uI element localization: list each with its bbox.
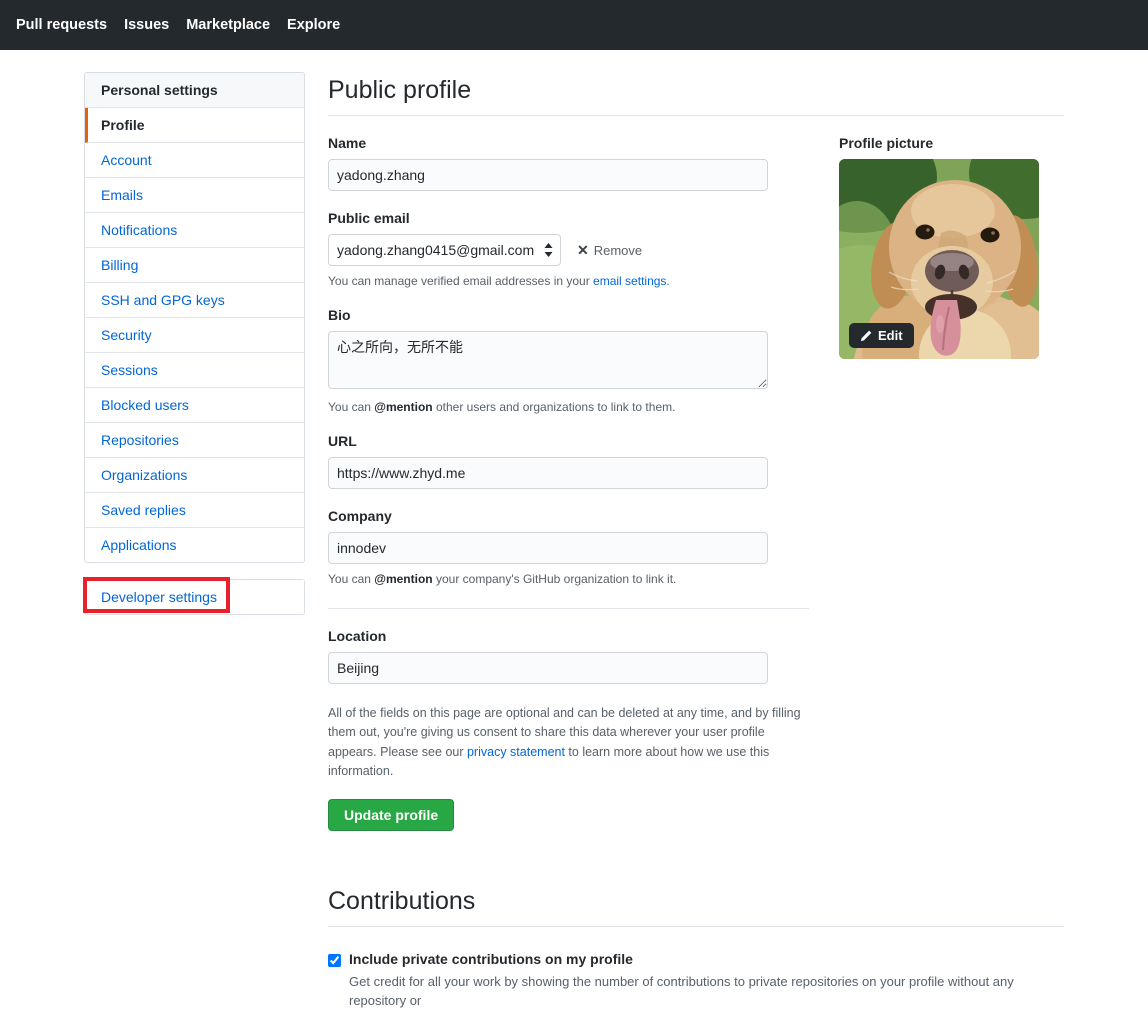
privacy-statement-link[interactable]: privacy statement bbox=[467, 745, 565, 759]
sidebar-item-applications[interactable]: Applications bbox=[85, 528, 304, 562]
contributions-section: Contributions Include private contributi… bbox=[328, 887, 1064, 1011]
edit-avatar-button[interactable]: Edit bbox=[849, 323, 914, 348]
sidebar-item-profile[interactable]: Profile bbox=[85, 108, 304, 143]
url-input[interactable] bbox=[328, 457, 768, 489]
edit-label: Edit bbox=[878, 328, 903, 343]
sidebar-item-saved-replies[interactable]: Saved replies bbox=[85, 493, 304, 528]
company-label: Company bbox=[328, 508, 809, 524]
sidebar-item-account[interactable]: Account bbox=[85, 143, 304, 178]
nav-marketplace[interactable]: Marketplace bbox=[186, 17, 270, 33]
profile-picture-label: Profile picture bbox=[839, 135, 1039, 151]
sidebar-item-sessions[interactable]: Sessions bbox=[85, 353, 304, 388]
main-content: Public profile Name Public email yadong.… bbox=[328, 72, 1064, 1011]
sidebar-item-repositories[interactable]: Repositories bbox=[85, 423, 304, 458]
sidebar-item-emails[interactable]: Emails bbox=[85, 178, 304, 213]
location-input[interactable] bbox=[328, 652, 768, 684]
bio-textarea[interactable]: 心之所向，无所不能 bbox=[328, 331, 768, 389]
nav-issues[interactable]: Issues bbox=[124, 17, 169, 33]
sidebar-item-security[interactable]: Security bbox=[85, 318, 304, 353]
privacy-note: All of the fields on this page are optio… bbox=[328, 704, 809, 782]
company-note: You can @mention your company's GitHub o… bbox=[328, 572, 809, 586]
bio-note: You can @mention other users and organiz… bbox=[328, 400, 809, 414]
settings-sidebar: Personal settings Profile Account Emails… bbox=[84, 72, 305, 615]
top-navigation: Pull requests Issues Marketplace Explore bbox=[0, 0, 1148, 50]
name-input[interactable] bbox=[328, 159, 768, 191]
name-label: Name bbox=[328, 135, 809, 151]
x-icon: ✕ bbox=[577, 242, 589, 259]
nav-pull-requests[interactable]: Pull requests bbox=[16, 17, 107, 33]
sidebar-item-ssh-gpg-keys[interactable]: SSH and GPG keys bbox=[85, 283, 304, 318]
page-title: Public profile bbox=[328, 72, 1064, 116]
sidebar-item-organizations[interactable]: Organizations bbox=[85, 458, 304, 493]
avatar: Edit bbox=[839, 159, 1039, 359]
sidebar-item-blocked-users[interactable]: Blocked users bbox=[85, 388, 304, 423]
developer-settings-box: Developer settings bbox=[84, 579, 305, 615]
url-label: URL bbox=[328, 433, 809, 449]
form-divider bbox=[328, 608, 809, 609]
private-contributions-checkbox[interactable] bbox=[328, 954, 341, 967]
nav-explore[interactable]: Explore bbox=[287, 17, 340, 33]
pencil-icon bbox=[860, 330, 872, 342]
bio-label: Bio bbox=[328, 307, 809, 323]
public-email-select[interactable]: yadong.zhang0415@gmail.com bbox=[328, 234, 561, 266]
private-contributions-note: Get credit for all your work by showing … bbox=[349, 972, 1064, 1011]
public-email-label: Public email bbox=[328, 210, 809, 226]
sidebar-heading: Personal settings bbox=[85, 73, 304, 108]
remove-label: Remove bbox=[594, 243, 642, 258]
sidebar-item-notifications[interactable]: Notifications bbox=[85, 213, 304, 248]
profile-picture-column: Profile picture bbox=[839, 116, 1039, 831]
email-settings-link[interactable]: email settings bbox=[593, 274, 666, 288]
remove-email-button[interactable]: ✕ Remove bbox=[577, 242, 642, 259]
update-profile-button[interactable]: Update profile bbox=[328, 799, 454, 831]
sidebar-item-billing[interactable]: Billing bbox=[85, 248, 304, 283]
email-note: You can manage verified email addresses … bbox=[328, 274, 809, 288]
location-label: Location bbox=[328, 628, 809, 644]
personal-settings-menu: Personal settings Profile Account Emails… bbox=[84, 72, 305, 563]
contributions-title: Contributions bbox=[328, 887, 1064, 927]
settings-page: Personal settings Profile Account Emails… bbox=[84, 50, 1064, 1011]
company-input[interactable] bbox=[328, 532, 768, 564]
profile-form: Name Public email yadong.zhang0415@gmail… bbox=[328, 116, 809, 831]
sidebar-item-developer-settings[interactable]: Developer settings bbox=[85, 580, 304, 614]
